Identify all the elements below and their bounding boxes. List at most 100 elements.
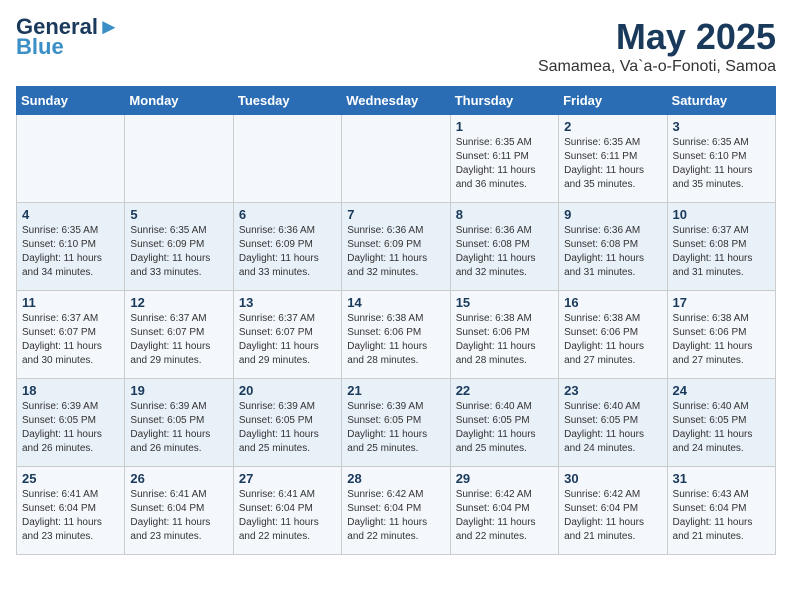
calendar-cell: 30 Sunrise: 6:42 AM Sunset: 6:04 PM Dayli… (559, 467, 667, 555)
day-number: 28 (347, 471, 444, 486)
day-info: Sunrise: 6:43 AM Sunset: 6:04 PM Dayligh… (673, 488, 770, 544)
day-number: 12 (130, 295, 227, 310)
day-info: Sunrise: 6:38 AM Sunset: 6:06 PM Dayligh… (456, 312, 553, 368)
day-number: 17 (673, 295, 770, 310)
calendar-cell: 16 Sunrise: 6:38 AM Sunset: 6:06 PM Dayli… (559, 291, 667, 379)
day-info: Sunrise: 6:42 AM Sunset: 6:04 PM Dayligh… (564, 488, 661, 544)
day-number: 25 (22, 471, 119, 486)
calendar-cell: 27 Sunrise: 6:41 AM Sunset: 6:04 PM Dayli… (233, 467, 341, 555)
day-number: 31 (673, 471, 770, 486)
day-info: Sunrise: 6:41 AM Sunset: 6:04 PM Dayligh… (239, 488, 336, 544)
day-number: 16 (564, 295, 661, 310)
calendar-cell: 2 Sunrise: 6:35 AM Sunset: 6:11 PM Daylig… (559, 115, 667, 203)
header-row: Sunday Monday Tuesday Wednesday Thursday… (17, 87, 776, 115)
day-info: Sunrise: 6:35 AM Sunset: 6:11 PM Dayligh… (456, 136, 553, 192)
day-number: 2 (564, 119, 661, 134)
day-number: 7 (347, 207, 444, 222)
calendar-cell: 29 Sunrise: 6:42 AM Sunset: 6:04 PM Dayli… (450, 467, 558, 555)
day-info: Sunrise: 6:41 AM Sunset: 6:04 PM Dayligh… (22, 488, 119, 544)
calendar-title: May 2025 (538, 16, 776, 58)
day-info: Sunrise: 6:37 AM Sunset: 6:07 PM Dayligh… (22, 312, 119, 368)
day-number: 23 (564, 383, 661, 398)
calendar-cell: 18Sunrise: 6:39 AM Sunset: 6:05 PM Dayli… (17, 379, 125, 467)
day-number: 29 (456, 471, 553, 486)
calendar-cell: 12 Sunrise: 6:37 AM Sunset: 6:07 PM Dayli… (125, 291, 233, 379)
day-info: Sunrise: 6:40 AM Sunset: 6:05 PM Dayligh… (564, 400, 661, 456)
day-info: Sunrise: 6:39 AM Sunset: 6:05 PM Dayligh… (22, 400, 119, 456)
day-number: 4 (22, 207, 119, 222)
day-info: Sunrise: 6:42 AM Sunset: 6:04 PM Dayligh… (456, 488, 553, 544)
day-info: Sunrise: 6:41 AM Sunset: 6:04 PM Dayligh… (130, 488, 227, 544)
calendar-week-4: 18Sunrise: 6:39 AM Sunset: 6:05 PM Dayli… (17, 379, 776, 467)
calendar-cell: 11 Sunrise: 6:37 AM Sunset: 6:07 PM Dayli… (17, 291, 125, 379)
calendar-week-1: 1 Sunrise: 6:35 AM Sunset: 6:11 PM Daylig… (17, 115, 776, 203)
logo-blue: Blue (16, 34, 64, 60)
calendar-cell: 28Sunrise: 6:42 AM Sunset: 6:04 PM Dayli… (342, 467, 450, 555)
day-number: 20 (239, 383, 336, 398)
day-number: 15 (456, 295, 553, 310)
calendar-cell: 8 Sunrise: 6:36 AM Sunset: 6:08 PM Daylig… (450, 203, 558, 291)
day-info: Sunrise: 6:39 AM Sunset: 6:05 PM Dayligh… (130, 400, 227, 456)
day-number: 24 (673, 383, 770, 398)
day-number: 3 (673, 119, 770, 134)
day-number: 26 (130, 471, 227, 486)
day-number: 5 (130, 207, 227, 222)
header-monday: Monday (125, 87, 233, 115)
day-info: Sunrise: 6:40 AM Sunset: 6:05 PM Dayligh… (673, 400, 770, 456)
calendar-cell (125, 115, 233, 203)
calendar-body: 1 Sunrise: 6:35 AM Sunset: 6:11 PM Daylig… (17, 115, 776, 555)
calendar-cell: 19Sunrise: 6:39 AM Sunset: 6:05 PM Dayli… (125, 379, 233, 467)
day-info: Sunrise: 6:36 AM Sunset: 6:09 PM Dayligh… (239, 224, 336, 280)
day-info: Sunrise: 6:35 AM Sunset: 6:11 PM Dayligh… (564, 136, 661, 192)
calendar-cell: 20 Sunrise: 6:39 AM Sunset: 6:05 PM Dayli… (233, 379, 341, 467)
header-wednesday: Wednesday (342, 87, 450, 115)
calendar-cell (233, 115, 341, 203)
day-number: 8 (456, 207, 553, 222)
day-info: Sunrise: 6:39 AM Sunset: 6:05 PM Dayligh… (347, 400, 444, 456)
calendar-cell: 22 Sunrise: 6:40 AM Sunset: 6:05 PM Dayli… (450, 379, 558, 467)
day-info: Sunrise: 6:38 AM Sunset: 6:06 PM Dayligh… (564, 312, 661, 368)
calendar-cell (342, 115, 450, 203)
day-info: Sunrise: 6:39 AM Sunset: 6:05 PM Dayligh… (239, 400, 336, 456)
day-number: 13 (239, 295, 336, 310)
day-number: 22 (456, 383, 553, 398)
day-info: Sunrise: 6:37 AM Sunset: 6:07 PM Dayligh… (239, 312, 336, 368)
day-info: Sunrise: 6:36 AM Sunset: 6:08 PM Dayligh… (456, 224, 553, 280)
day-info: Sunrise: 6:38 AM Sunset: 6:06 PM Dayligh… (347, 312, 444, 368)
day-info: Sunrise: 6:40 AM Sunset: 6:05 PM Dayligh… (456, 400, 553, 456)
calendar-cell: 1 Sunrise: 6:35 AM Sunset: 6:11 PM Daylig… (450, 115, 558, 203)
calendar-cell: 23 Sunrise: 6:40 AM Sunset: 6:05 PM Dayli… (559, 379, 667, 467)
day-info: Sunrise: 6:35 AM Sunset: 6:10 PM Dayligh… (22, 224, 119, 280)
day-number: 27 (239, 471, 336, 486)
day-info: Sunrise: 6:38 AM Sunset: 6:06 PM Dayligh… (673, 312, 770, 368)
title-area: May 2025 Samamea, Va`a-o-Fonoti, Samoa (538, 16, 776, 76)
calendar-cell: 5 Sunrise: 6:35 AM Sunset: 6:09 PM Daylig… (125, 203, 233, 291)
day-number: 6 (239, 207, 336, 222)
day-info: Sunrise: 6:37 AM Sunset: 6:07 PM Dayligh… (130, 312, 227, 368)
header-friday: Friday (559, 87, 667, 115)
calendar-cell: 24 Sunrise: 6:40 AM Sunset: 6:05 PM Dayli… (667, 379, 775, 467)
header-tuesday: Tuesday (233, 87, 341, 115)
calendar-cell: 10Sunrise: 6:37 AM Sunset: 6:08 PM Dayli… (667, 203, 775, 291)
calendar-cell: 7Sunrise: 6:36 AM Sunset: 6:09 PM Daylig… (342, 203, 450, 291)
day-number: 11 (22, 295, 119, 310)
header: General► Blue May 2025 Samamea, Va`a-o-F… (16, 16, 776, 76)
header-thursday: Thursday (450, 87, 558, 115)
calendar-week-3: 11 Sunrise: 6:37 AM Sunset: 6:07 PM Dayli… (17, 291, 776, 379)
calendar-cell: 3 Sunrise: 6:35 AM Sunset: 6:10 PM Daylig… (667, 115, 775, 203)
calendar-cell: 14 Sunrise: 6:38 AM Sunset: 6:06 PM Dayli… (342, 291, 450, 379)
day-info: Sunrise: 6:35 AM Sunset: 6:10 PM Dayligh… (673, 136, 770, 192)
day-number: 14 (347, 295, 444, 310)
calendar-cell: 25 Sunrise: 6:41 AM Sunset: 6:04 PM Dayli… (17, 467, 125, 555)
calendar-cell: 15 Sunrise: 6:38 AM Sunset: 6:06 PM Dayli… (450, 291, 558, 379)
calendar-cell: 13 Sunrise: 6:37 AM Sunset: 6:07 PM Dayli… (233, 291, 341, 379)
header-saturday: Saturday (667, 87, 775, 115)
calendar-cell: 17 Sunrise: 6:38 AM Sunset: 6:06 PM Dayli… (667, 291, 775, 379)
calendar-cell: 9Sunrise: 6:36 AM Sunset: 6:08 PM Daylig… (559, 203, 667, 291)
calendar-cell (17, 115, 125, 203)
day-info: Sunrise: 6:35 AM Sunset: 6:09 PM Dayligh… (130, 224, 227, 280)
day-number: 30 (564, 471, 661, 486)
calendar-cell: 4 Sunrise: 6:35 AM Sunset: 6:10 PM Daylig… (17, 203, 125, 291)
calendar-subtitle: Samamea, Va`a-o-Fonoti, Samoa (538, 58, 776, 76)
day-number: 1 (456, 119, 553, 134)
